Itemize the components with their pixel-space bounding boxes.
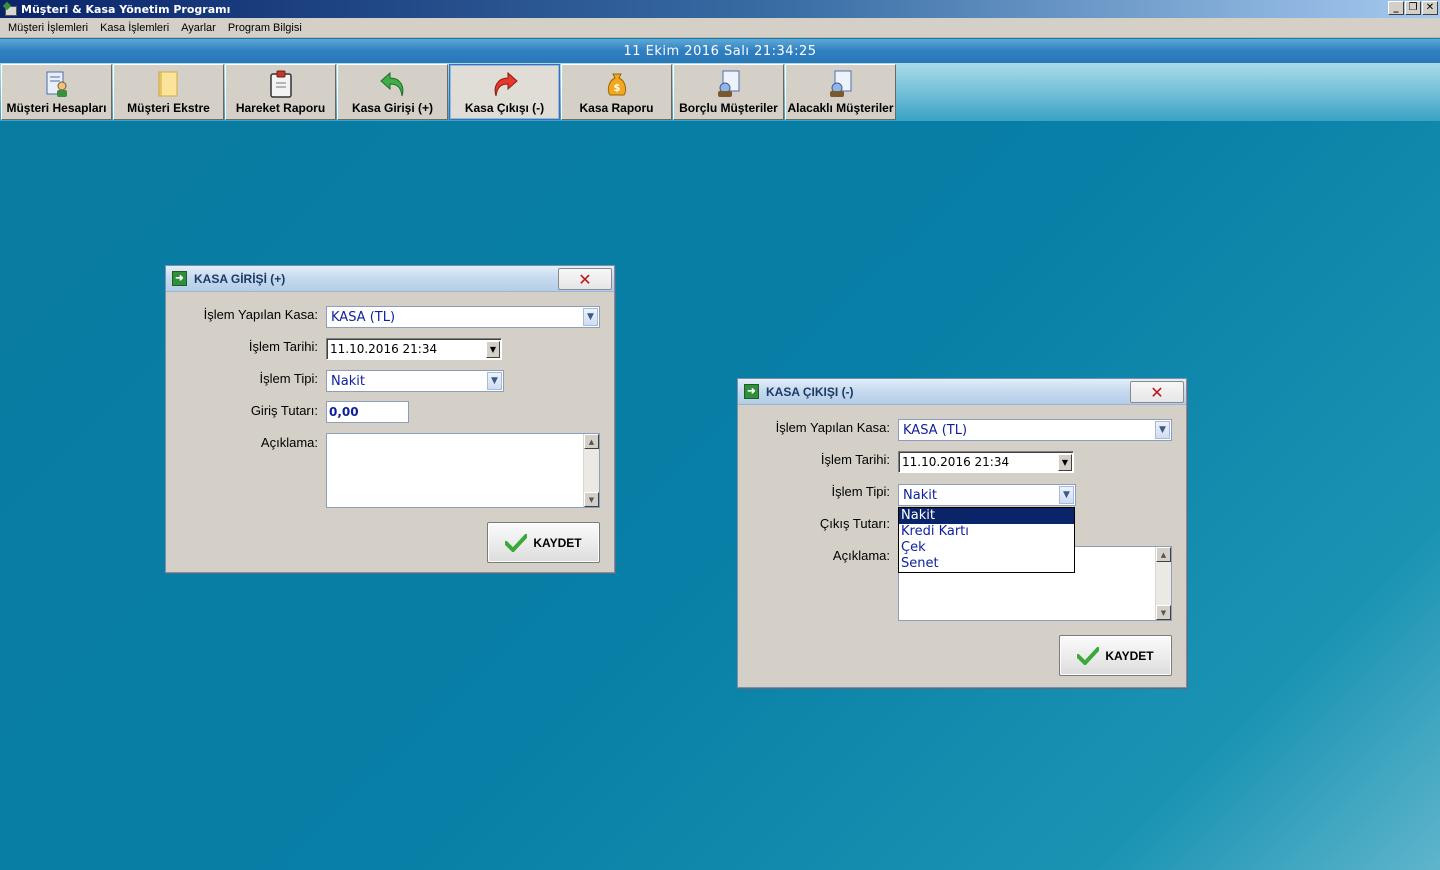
toolbar-label: Kasa Girişi (+) xyxy=(351,101,434,115)
toolbar-button-alacakli-musteriler[interactable]: Alacaklı Müşteriler xyxy=(785,64,896,120)
dialog-close-button[interactable]: ✕ xyxy=(558,268,612,290)
toolbar-label: Müşteri Ekstre xyxy=(127,101,210,115)
vertical-scrollbar[interactable]: ▲ ▼ xyxy=(583,434,599,507)
svg-text:$: $ xyxy=(613,83,620,94)
kasa-select[interactable]: KASA (TL) ▼ xyxy=(326,306,600,328)
main-toolbar: Müşteri Hesapları Müşteri Ekstre Hareket… xyxy=(1,64,897,120)
tarih-value: 11.10.2016 21:34 xyxy=(330,342,438,356)
toolbar-button-borclu-musteriler[interactable]: Borçlu Müşteriler xyxy=(673,64,784,120)
menu-bar: Müşteri İşlemleri Kasa İşlemleri Ayarlar… xyxy=(0,18,1440,38)
enter-icon: ➜ xyxy=(744,384,759,399)
kasa-select-value: KASA (TL) xyxy=(903,422,968,438)
tarih-datepicker[interactable]: 11.10.2016 21:34 ▼ xyxy=(898,451,1074,473)
scroll-up-icon[interactable]: ▲ xyxy=(1156,547,1171,562)
tip-dropdown-list: Nakit Kredi Kartı Çek Senet xyxy=(898,507,1075,573)
dialog-title: KASA ÇIKIŞI (-) xyxy=(766,384,854,399)
tarih-label: İşlem Tarihi: xyxy=(820,452,890,467)
giris-tutari-input[interactable]: 0,00 xyxy=(326,401,409,423)
tip-select-value: Nakit xyxy=(903,487,937,503)
kaydet-button[interactable]: KAYDET xyxy=(1059,635,1172,676)
kasa-select[interactable]: KASA (TL) ▼ xyxy=(898,419,1172,441)
kasa-select-value: KASA (TL) xyxy=(331,309,396,325)
checkmark-icon xyxy=(505,533,528,552)
menu-ayarlar[interactable]: Ayarlar xyxy=(175,22,222,34)
date-time-bar: 11 Ekim 2016 Salı 21:34:25 xyxy=(0,39,1440,63)
window-controls: _ ❐ ✕ xyxy=(1388,1,1438,15)
kasa-cikisi-dialog: ➜ KASA ÇIKIŞI (-) ✕ İşlem Yapılan Kasa: … xyxy=(737,378,1187,688)
restore-button[interactable]: ❐ xyxy=(1405,1,1421,15)
menu-program-bilgisi[interactable]: Program Bilgisi xyxy=(222,22,308,34)
toolbar-button-hareket-raporu[interactable]: Hareket Raporu xyxy=(225,64,336,120)
calendar-dropdown-icon[interactable]: ▼ xyxy=(486,341,500,358)
scroll-down-icon[interactable]: ▼ xyxy=(1156,605,1171,620)
kaydet-label: KAYDET xyxy=(1105,648,1154,663)
tip-option-nakit[interactable]: Nakit xyxy=(899,508,1074,524)
kaydet-button[interactable]: KAYDET xyxy=(487,522,600,563)
tarih-label: İşlem Tarihi: xyxy=(248,339,318,354)
tip-option-senet[interactable]: Senet xyxy=(899,556,1074,572)
toolbar-button-kasa-girisi[interactable]: Kasa Girişi (+) xyxy=(337,64,448,120)
dialog-title: KASA GİRİŞİ (+) xyxy=(194,271,286,286)
toolbar-button-kasa-cikisi[interactable]: Kasa Çıkışı (-) xyxy=(449,64,560,120)
chevron-down-icon[interactable]: ▼ xyxy=(1059,486,1074,504)
window-title: Müşteri & Kasa Yönetim Programı xyxy=(21,2,231,16)
minimize-button[interactable]: _ xyxy=(1388,1,1404,15)
menu-musteri-islemleri[interactable]: Müşteri İşlemleri xyxy=(2,22,94,34)
red-forward-arrow-icon xyxy=(494,71,518,97)
toolbar-label: Kasa Raporu xyxy=(579,101,654,115)
enter-icon: ➜ xyxy=(172,271,187,286)
toolbar-label: Kasa Çıkışı (-) xyxy=(464,101,545,115)
checkmark-icon xyxy=(1077,646,1100,665)
tip-option-kredi-karti[interactable]: Kredi Kartı xyxy=(899,524,1074,540)
tutar-label: Çıkış Tutarı: xyxy=(819,516,890,531)
creditor-customers-icon xyxy=(829,70,851,97)
toolbar-button-musteri-ekstre[interactable]: Müşteri Ekstre xyxy=(113,64,224,120)
aciklama-label: Açıklama: xyxy=(832,548,890,563)
chevron-down-icon[interactable]: ▼ xyxy=(583,308,598,326)
kasa-girisi-dialog: ➜ KASA GİRİŞİ (+) ✕ İşlem Yapılan Kasa: … xyxy=(165,265,615,573)
toolbar-label: Borçlu Müşteriler xyxy=(679,101,778,115)
aciklama-label: Açıklama: xyxy=(260,435,318,450)
clipboard-icon xyxy=(269,70,292,98)
chevron-down-icon[interactable]: ▼ xyxy=(487,372,502,390)
customer-accounts-icon xyxy=(46,71,67,97)
tip-label: İşlem Tipi: xyxy=(259,371,318,386)
toolbar-label: Müşteri Hesapları xyxy=(6,101,107,115)
folder-icon xyxy=(158,71,177,97)
tip-label: İşlem Tipi: xyxy=(831,484,890,499)
vertical-scrollbar[interactable]: ▲ ▼ xyxy=(1155,547,1171,620)
scroll-up-icon[interactable]: ▲ xyxy=(584,434,599,449)
debtor-customers-icon xyxy=(717,70,739,97)
window-title-bar: Müşteri & Kasa Yönetim Programı _ ❐ ✕ xyxy=(0,0,1440,18)
tarih-value: 11.10.2016 21:34 xyxy=(902,455,1010,469)
menu-kasa-islemleri[interactable]: Kasa İşlemleri xyxy=(94,22,175,34)
green-back-arrow-icon xyxy=(379,71,403,97)
tip-select[interactable]: Nakit ▼ xyxy=(326,370,504,392)
kasa-label: İşlem Yapılan Kasa: xyxy=(775,420,890,435)
tip-select[interactable]: Nakit ▼ xyxy=(898,484,1076,506)
kasa-label: İşlem Yapılan Kasa: xyxy=(203,307,318,322)
toolbar-label: Hareket Raporu xyxy=(235,101,326,115)
tarih-datepicker[interactable]: 11.10.2016 21:34 ▼ xyxy=(326,338,502,360)
app-icon xyxy=(4,3,17,16)
chevron-down-icon[interactable]: ▼ xyxy=(1155,421,1170,439)
money-bag-icon: $ xyxy=(607,73,626,96)
dialog-title-bar: ➜ KASA ÇIKIŞI (-) xyxy=(738,379,1186,405)
toolbar-button-kasa-raporu[interactable]: $ Kasa Raporu xyxy=(561,64,672,120)
dialog-close-button[interactable]: ✕ xyxy=(1130,381,1184,403)
toolbar-label: Alacaklı Müşteriler xyxy=(787,101,894,115)
aciklama-textarea[interactable]: ▲ ▼ xyxy=(326,433,600,508)
tip-option-cek[interactable]: Çek xyxy=(899,540,1074,556)
dialog-title-bar: ➜ KASA GİRİŞİ (+) xyxy=(166,266,614,292)
calendar-dropdown-icon[interactable]: ▼ xyxy=(1058,454,1072,471)
tutar-label: Giriş Tutarı: xyxy=(250,403,318,418)
kaydet-label: KAYDET xyxy=(533,535,582,550)
toolbar-button-musteri-hesaplari[interactable]: Müşteri Hesapları xyxy=(1,64,112,120)
scroll-down-icon[interactable]: ▼ xyxy=(584,492,599,507)
tip-select-value: Nakit xyxy=(331,373,365,389)
close-window-button[interactable]: ✕ xyxy=(1422,1,1438,15)
